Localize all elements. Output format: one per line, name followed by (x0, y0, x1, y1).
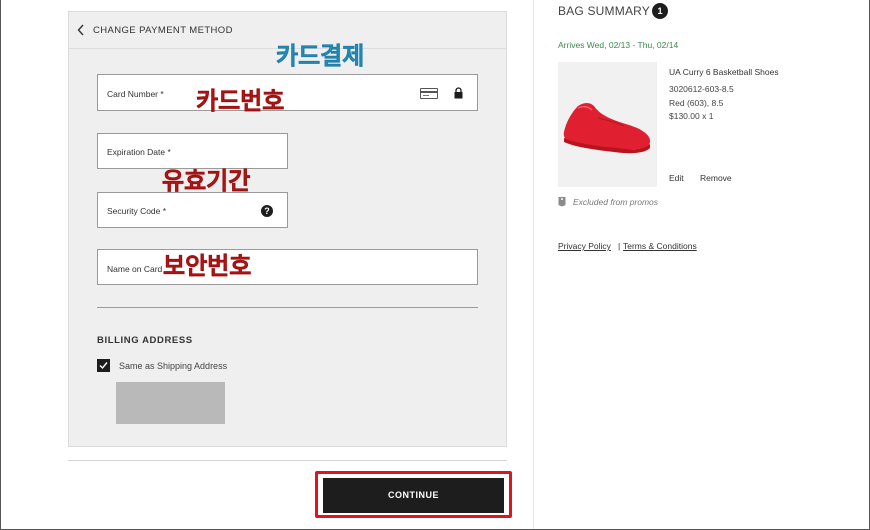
footer-divider (68, 460, 507, 461)
annotation-security: 보안번호 (163, 252, 252, 281)
link-separator: | (618, 241, 621, 251)
chevron-left-icon (77, 24, 84, 36)
product-image[interactable] (558, 62, 657, 187)
security-code-field[interactable]: Security Code * ? (97, 192, 288, 228)
product-name: UA Curry 6 Basketball Shoes (669, 67, 779, 77)
card-number-label: Card Number * (107, 89, 164, 99)
billing-address-heading: BILLING ADDRESS (97, 335, 193, 346)
product-sku: 3020612-603-8.5 (669, 84, 734, 94)
arrival-estimate: Arrives Wed, 02/13 - Thu, 02/14 (558, 40, 679, 50)
bag-summary-title: BAG SUMMARY (558, 4, 650, 18)
annotation-card-payment: 카드결제 (276, 42, 365, 71)
checkmark-icon (99, 362, 108, 370)
name-on-card-field[interactable]: Name on Card (97, 249, 478, 285)
product-price-qty: $130.00 x 1 (669, 111, 714, 121)
redacted-address-block (116, 382, 225, 424)
credit-card-icon (420, 88, 438, 99)
red-sneaker-icon (563, 103, 651, 154)
privacy-policy-link[interactable]: Privacy Policy (558, 241, 611, 251)
section-divider (97, 307, 478, 308)
annotation-expiry: 유효기간 (162, 167, 251, 196)
lock-icon (454, 87, 463, 99)
terms-conditions-link[interactable]: Terms & Conditions (623, 241, 697, 251)
expiration-date-label: Expiration Date * (107, 147, 171, 157)
same-as-shipping-label: Same as Shipping Address (119, 361, 228, 371)
remove-item-link[interactable]: Remove (700, 173, 732, 183)
excluded-from-promos-note: Excluded from promos (573, 197, 659, 207)
product-variant: Red (603), 8.5 (669, 98, 724, 108)
card-number-field[interactable]: Card Number * (97, 74, 478, 111)
help-icon[interactable]: ? (261, 205, 273, 217)
security-code-label: Security Code * (107, 206, 167, 216)
name-on-card-label: Name on Card (107, 264, 163, 274)
annotation-card-number: 카드번호 (196, 87, 285, 116)
change-payment-method-label: CHANGE PAYMENT METHOD (93, 25, 233, 36)
continue-highlight-box: CONTINUE (315, 471, 512, 518)
bag-count-badge: 1 (652, 3, 668, 19)
column-divider (533, 0, 534, 530)
edit-item-link[interactable]: Edit (669, 173, 684, 183)
tag-icon (558, 197, 566, 207)
same-as-shipping-checkbox[interactable] (97, 359, 110, 372)
continue-button[interactable]: CONTINUE (323, 478, 504, 513)
